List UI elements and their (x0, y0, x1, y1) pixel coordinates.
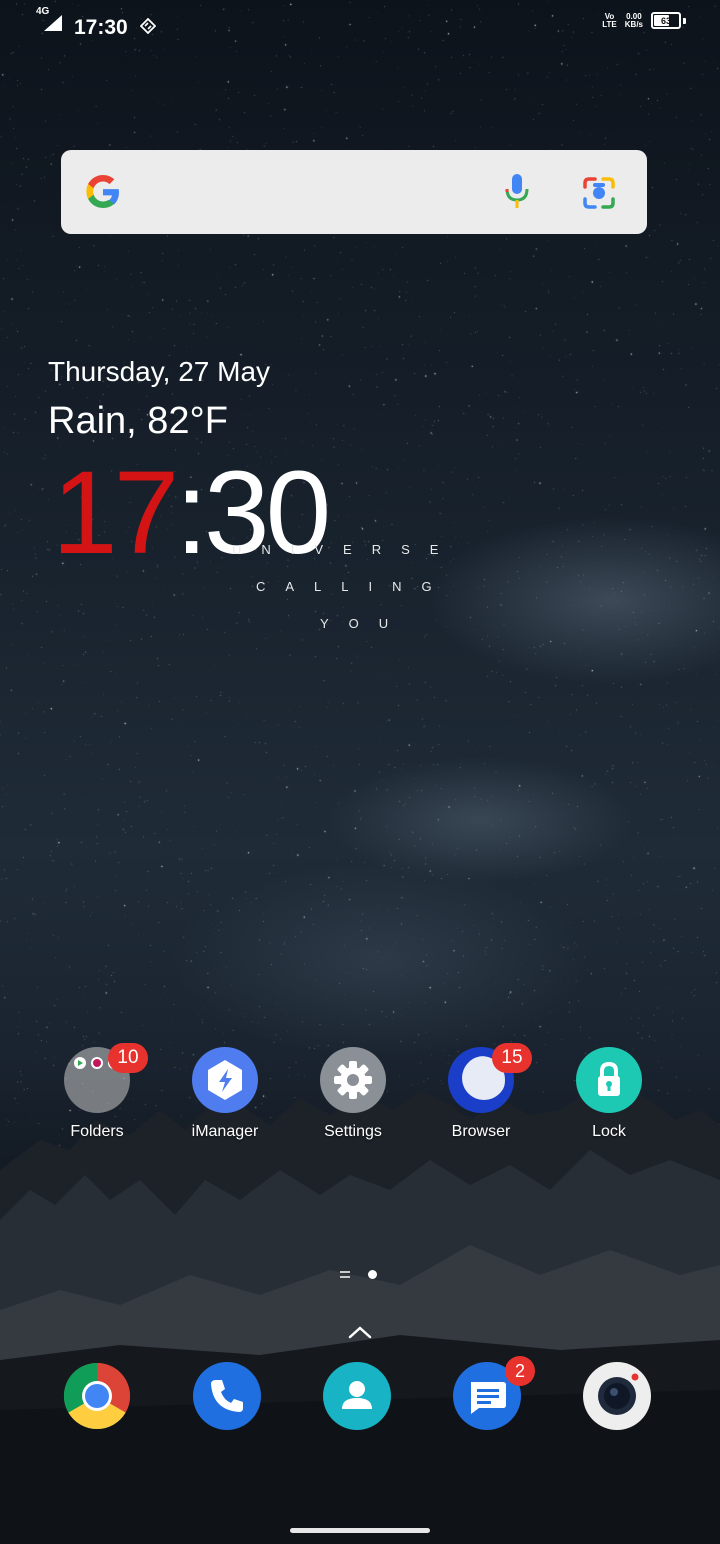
dock-chrome[interactable] (63, 1362, 131, 1430)
feed-page-icon (340, 1270, 350, 1278)
battery-level: 63 (660, 15, 671, 26)
battery-tip (683, 17, 686, 24)
google-lens-icon[interactable] (581, 175, 617, 211)
status-time: 17:30 (74, 16, 128, 39)
app-label: Settings (324, 1123, 382, 1140)
clock-widget[interactable]: 17:30 (52, 447, 331, 579)
signal-icon (44, 15, 62, 31)
microphone-icon[interactable] (501, 172, 533, 212)
app-imanager[interactable]: iManager (170, 1047, 280, 1141)
chrome-icon (63, 1363, 131, 1430)
padlock-icon (576, 1047, 642, 1113)
current-page-dot (368, 1270, 377, 1279)
app-lock[interactable]: Lock (554, 1047, 664, 1141)
status-bar: 4G 17:30 Vo LTE 0.00 KB/s 63 (0, 0, 720, 48)
clock-minutes: :30 (175, 447, 331, 579)
page-indicator[interactable] (340, 1270, 377, 1279)
clock-hours: 17 (52, 447, 179, 579)
notification-badge: 15 (492, 1043, 532, 1073)
volte-indicator: Vo LTE (602, 11, 617, 29)
weather-label[interactable]: Rain, 82°F (48, 400, 228, 443)
app-label: Folders (70, 1123, 124, 1140)
app-browser[interactable]: 15 Browser (426, 1043, 536, 1141)
notification-badge: 10 (108, 1043, 148, 1073)
app-settings[interactable]: Settings (298, 1047, 408, 1141)
folder-icon: 10 (64, 1043, 148, 1113)
date-label: Thursday, 27 May (48, 356, 271, 387)
gear-icon (320, 1047, 386, 1113)
google-search-bar[interactable] (61, 150, 647, 234)
nfc-icon (140, 18, 156, 34)
dock-camera[interactable] (583, 1362, 651, 1430)
battery-icon: 63 (651, 12, 681, 29)
wallpaper-quote-line: YOU (320, 616, 409, 631)
dock-contacts[interactable] (323, 1362, 391, 1430)
app-label: iManager (191, 1123, 259, 1140)
dock-messages[interactable]: 2 (453, 1356, 535, 1430)
app-label: Browser (451, 1123, 511, 1140)
app-folders[interactable]: 10 Folders (42, 1043, 152, 1141)
wallpaper-quote-line: CALLING (256, 579, 452, 594)
wallpaper-quote-line: UNIVERSE (232, 542, 459, 557)
gesture-nav-handle[interactable] (290, 1528, 430, 1533)
mountain-silhouette (0, 1085, 720, 1544)
google-g-icon (86, 175, 119, 208)
app-label: Lock (592, 1123, 626, 1140)
network-speed: 0.00 KB/s (624, 11, 643, 29)
contacts-icon (342, 1381, 372, 1409)
camera-icon (598, 1373, 639, 1415)
chevron-up-icon[interactable] (347, 1325, 373, 1339)
phone-icon (211, 1380, 243, 1412)
lightning-icon (192, 1047, 258, 1113)
dock-phone[interactable] (193, 1362, 261, 1430)
browser-icon: 15 (448, 1043, 532, 1113)
notification-badge: 2 (505, 1356, 535, 1386)
